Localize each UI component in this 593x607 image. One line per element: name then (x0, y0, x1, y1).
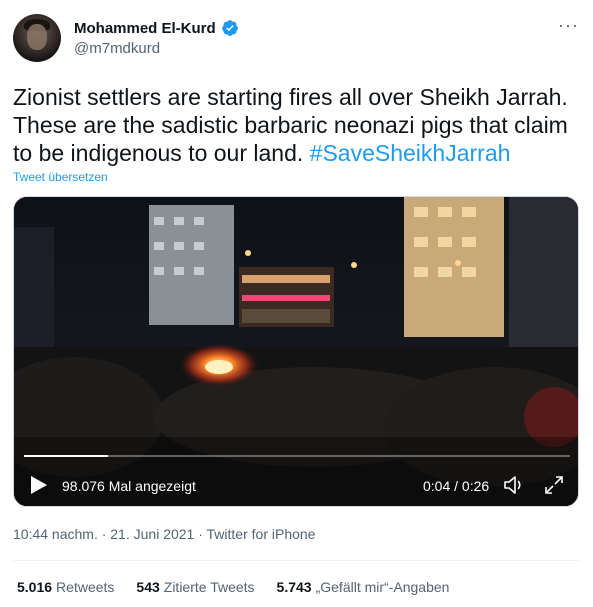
author-name-row[interactable]: Mohammed El-Kurd (74, 19, 239, 37)
play-icon[interactable] (30, 475, 48, 495)
video-progress-bar[interactable] (24, 455, 570, 457)
video-progress-fill (24, 455, 109, 457)
quotes-stat[interactable]: 543 Zitierte Tweets (136, 579, 254, 595)
quotes-label: Zitierte Tweets (163, 579, 255, 595)
verified-badge-icon (221, 20, 238, 36)
avatar[interactable] (13, 14, 61, 62)
video-player[interactable]: 98.076 Mal angezeigt 0:04 / 0:26 (13, 196, 579, 507)
more-icon[interactable]: ··· (558, 16, 579, 34)
video-frame (14, 197, 578, 506)
translate-link[interactable]: Tweet übersetzen (13, 170, 108, 184)
retweets-stat[interactable]: 5.016 Retweets (17, 579, 114, 595)
tweet-card: Mohammed El-Kurd @m7mdkurd ··· Zionist s… (0, 0, 593, 607)
avatar-face (27, 24, 47, 50)
video-time: 0:04 / 0:26 (423, 478, 490, 494)
divider (13, 560, 580, 561)
fullscreen-icon[interactable] (543, 474, 565, 496)
volume-icon[interactable] (502, 474, 526, 496)
engagement-stats: 5.016 Retweets 543 Zitierte Tweets 5.743 „G… (17, 579, 471, 595)
author-name[interactable]: Mohammed El-Kurd (74, 20, 216, 37)
tweet-timestamp[interactable]: 10:44 nachm. · 21. Juni 2021 · Twitter f… (13, 526, 315, 542)
likes-stat[interactable]: 5.743 „Gefällt mir“-Angaben (277, 579, 450, 595)
retweets-label: Retweets (56, 579, 115, 595)
author-handle[interactable]: @m7mdkurd (74, 40, 160, 57)
tweet-text: Zionist settlers are starting fires all … (13, 83, 588, 167)
quotes-count: 543 (136, 579, 160, 595)
retweets-count: 5.016 (17, 579, 53, 595)
likes-label: „Gefällt mir“-Angaben (315, 579, 450, 595)
likes-count: 5.743 (276, 579, 312, 595)
view-count: 98.076 Mal angezeigt (62, 478, 196, 494)
hashtag-link[interactable]: #SaveSheikhJarrah (310, 140, 511, 166)
